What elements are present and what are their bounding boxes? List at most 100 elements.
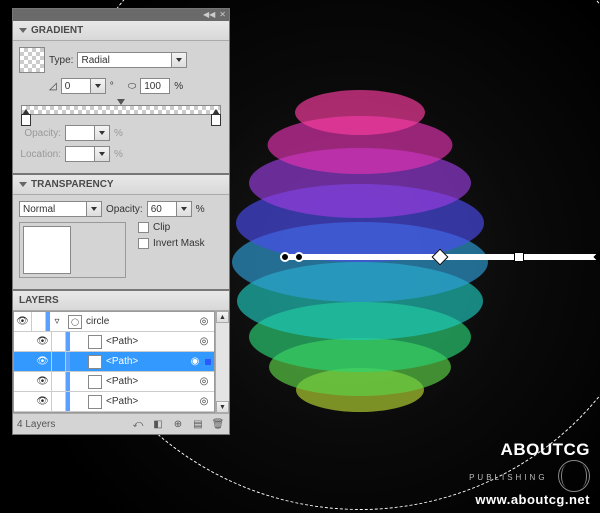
layer-thumb[interactable]	[88, 355, 102, 369]
expand-icon[interactable]: ▿	[50, 316, 64, 327]
visibility-toggle[interactable]: 👁	[14, 312, 32, 331]
visibility-toggle[interactable]: 👁	[34, 352, 52, 371]
lock-toggle[interactable]	[52, 392, 66, 411]
visibility-toggle[interactable]: 👁	[34, 332, 52, 351]
layer-thumb[interactable]	[88, 395, 102, 409]
laurel-icon	[558, 460, 590, 492]
make-clipping-mask-icon[interactable]: ◧	[151, 417, 165, 431]
layers-scrollbar[interactable]: ▲ ▼	[215, 311, 229, 413]
lock-toggle[interactable]	[52, 332, 66, 351]
gradient-origin-handle[interactable]	[280, 252, 290, 262]
visibility-toggle[interactable]: 👁	[34, 392, 52, 411]
target-icon[interactable]: ◎	[197, 396, 211, 407]
transparency-panel-header[interactable]: TRANSPARENCY	[13, 175, 229, 195]
gradient-handle[interactable]	[514, 252, 524, 262]
layers-panel-header[interactable]: LAYERS	[13, 291, 229, 311]
aspect-icon: ⬭	[128, 81, 137, 92]
brand-url: www.aboutcg.net	[469, 492, 590, 507]
gradient-panel: ◀◀ ✕ GRADIENT Type: Radial ◿ 0	[12, 8, 230, 174]
gradient-type-select[interactable]: Radial	[77, 52, 187, 68]
location-unit: %	[114, 149, 123, 160]
close-icon[interactable]: ✕	[219, 11, 226, 19]
transparency-panel: TRANSPARENCY Normal Opacity: 60 %	[12, 174, 230, 290]
layer-color	[66, 392, 70, 411]
type-label: Type:	[49, 55, 73, 66]
location-label: Location:	[19, 149, 61, 160]
layer-row[interactable]: 👁 ▿ ◯ circle ◎	[14, 312, 214, 332]
layer-name[interactable]: <Path>	[106, 336, 138, 347]
delete-layer-icon[interactable]: 🗑	[211, 417, 225, 431]
layer-thumb[interactable]: ◯	[68, 315, 82, 329]
target-icon[interactable]: ◎	[197, 336, 211, 347]
layer-thumb[interactable]	[88, 375, 102, 389]
brand-sub: PUBLISHING	[469, 473, 547, 482]
invert-label: Invert Mask	[153, 238, 205, 249]
opacity-input[interactable]: 60	[147, 201, 192, 217]
artwork-sphere	[230, 90, 490, 440]
stop-location-input	[65, 146, 110, 162]
ratio-unit: %	[174, 81, 183, 92]
gradient-stop-right[interactable]	[211, 114, 221, 126]
lock-toggle[interactable]	[52, 352, 66, 371]
new-layer-icon[interactable]: ▤	[191, 417, 205, 431]
panel-title: TRANSPARENCY	[31, 179, 114, 190]
scroll-up-icon[interactable]: ▲	[216, 311, 229, 323]
layers-panel: LAYERS 👁 ▿ ◯ circle ◎ 👁	[12, 290, 230, 435]
layer-name[interactable]: <Path>	[106, 356, 138, 367]
gradient-color-stop[interactable]	[294, 252, 304, 262]
gradient-type-value: Radial	[77, 52, 172, 68]
invert-mask-checkbox[interactable]	[138, 238, 149, 249]
opacity-label: Opacity:	[19, 128, 61, 139]
layer-name[interactable]: <Path>	[106, 376, 138, 387]
new-sublayer-icon[interactable]: ⊕	[171, 417, 185, 431]
lock-toggle[interactable]	[52, 372, 66, 391]
ellipse-layer	[295, 90, 425, 135]
layer-color	[66, 352, 70, 371]
layer-row[interactable]: 👁 <Path> ◎	[14, 332, 214, 352]
layer-name[interactable]: circle	[86, 316, 109, 327]
layer-name[interactable]: <Path>	[106, 396, 138, 407]
gradient-aspect-input[interactable]: 100	[140, 78, 170, 94]
target-icon[interactable]: ◉	[188, 356, 202, 367]
dropdown-icon[interactable]	[172, 52, 187, 68]
opacity-unit: %	[114, 128, 123, 139]
gradient-angle-input[interactable]: 0	[61, 78, 106, 94]
gradient-ramp[interactable]	[19, 99, 223, 125]
target-icon[interactable]: ◎	[197, 376, 211, 387]
selected-art-icon	[205, 359, 211, 365]
scroll-down-icon[interactable]: ▼	[216, 401, 229, 413]
mask-thumbnails[interactable]	[19, 222, 126, 278]
gradient-annotator[interactable]	[286, 254, 600, 260]
opacity-label: Opacity:	[106, 204, 143, 215]
layer-color	[66, 372, 70, 391]
clip-checkbox[interactable]	[138, 222, 149, 233]
panels-dock: ◀◀ ✕ GRADIENT Type: Radial ◿ 0	[12, 8, 230, 435]
layers-list[interactable]: 👁 ▿ ◯ circle ◎ 👁 <Path> ◎	[13, 311, 215, 413]
panel-title: LAYERS	[19, 295, 59, 306]
disclosure-icon	[19, 182, 27, 187]
locate-object-icon[interactable]: ⤺	[131, 417, 145, 431]
layer-row[interactable]: 👁 <Path> ◎	[14, 372, 214, 392]
gradient-stop-left[interactable]	[21, 114, 31, 126]
gradient-fill-swatch[interactable]	[19, 47, 45, 73]
watermark: ABOUTCG PUBLISHING www.aboutcg.net	[469, 440, 590, 507]
layer-thumb[interactable]	[88, 335, 102, 349]
target-icon[interactable]: ◎	[197, 316, 211, 327]
lock-toggle[interactable]	[32, 312, 46, 331]
disclosure-icon	[19, 28, 27, 33]
layer-row[interactable]: 👁 <Path> ◎	[14, 392, 214, 412]
layer-count: 4 Layers	[17, 419, 55, 430]
collapse-icon[interactable]: ◀◀	[203, 11, 215, 19]
gradient-panel-header[interactable]: GRADIENT	[13, 21, 229, 41]
angle-icon: ◿	[49, 81, 57, 92]
clip-label: Clip	[153, 222, 170, 233]
gradient-track[interactable]	[21, 105, 221, 115]
layer-row-selected[interactable]: 👁 <Path> ◉	[14, 352, 214, 372]
brand-text: ABOUTCG	[501, 440, 590, 459]
mask-thumb[interactable]	[74, 226, 122, 274]
object-thumb[interactable]	[23, 226, 71, 274]
blend-mode-select[interactable]: Normal	[19, 201, 102, 217]
visibility-toggle[interactable]: 👁	[34, 372, 52, 391]
panel-controls: ◀◀ ✕	[13, 9, 229, 21]
layers-footer: 4 Layers ⤺ ◧ ⊕ ▤ 🗑	[13, 413, 229, 434]
